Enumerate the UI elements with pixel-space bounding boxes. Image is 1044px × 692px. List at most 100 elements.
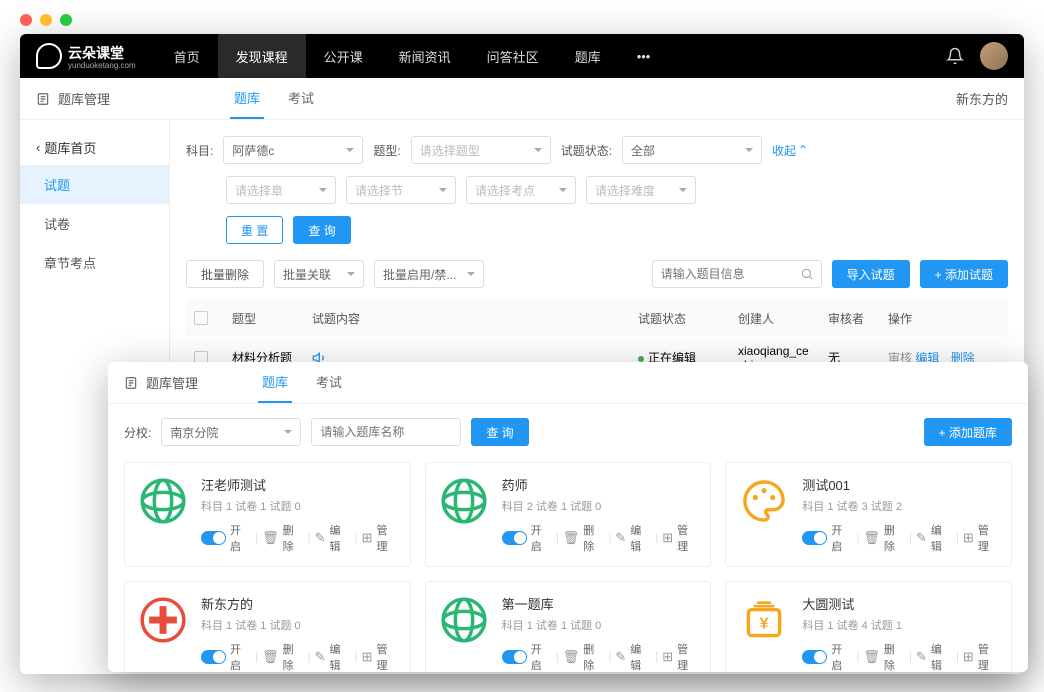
- edit-icon[interactable]: ✎: [615, 649, 626, 665]
- open-toggle[interactable]: [502, 650, 527, 664]
- nav-qa[interactable]: 问答社区: [469, 34, 557, 78]
- reset-button[interactable]: 重 置: [226, 216, 283, 244]
- back-link[interactable]: ‹ 题库首页: [20, 130, 169, 165]
- manage-label[interactable]: 管理: [677, 641, 698, 672]
- delete-label[interactable]: 删除: [583, 522, 604, 554]
- w2-tab-exam[interactable]: 考试: [312, 362, 346, 403]
- th-ops: 操作: [880, 310, 1000, 327]
- open-label: 开启: [531, 641, 552, 672]
- grid-icon[interactable]: ⊞: [662, 530, 673, 546]
- delete-label[interactable]: 删除: [884, 522, 905, 554]
- open-toggle[interactable]: [802, 650, 827, 664]
- trash-icon[interactable]: 🗑: [262, 649, 279, 665]
- nav-news[interactable]: 新闻资讯: [381, 34, 469, 78]
- grid-icon[interactable]: ⊞: [362, 649, 373, 665]
- sidebar-item-papers[interactable]: 试卷: [20, 204, 169, 243]
- collapse-toggle[interactable]: 收起 ⌃: [772, 142, 808, 159]
- manage-label[interactable]: 管理: [677, 522, 698, 554]
- chapter-select[interactable]: 请选择章: [226, 176, 336, 204]
- edit-label[interactable]: 编辑: [330, 522, 351, 554]
- tab-bank[interactable]: 题库: [230, 78, 264, 119]
- overlay-window: 题库管理 题库 考试 分校: 南京分院 查 询 + 添加题库 汪老师测试 科目 …: [108, 362, 1028, 672]
- subject-select[interactable]: 阿萨德c: [223, 136, 363, 164]
- edit-icon[interactable]: ✎: [315, 530, 326, 546]
- type-select[interactable]: 请选择题型: [411, 136, 551, 164]
- bell-icon[interactable]: [946, 47, 964, 65]
- minimize-dot[interactable]: [40, 14, 52, 26]
- query-button[interactable]: 查 询: [293, 216, 350, 244]
- import-button[interactable]: 导入试题: [832, 260, 910, 288]
- grid-icon[interactable]: ⊞: [963, 649, 974, 665]
- branch-select[interactable]: 南京分院: [161, 418, 301, 446]
- bank-card: 新东方的 科目 1 试卷 1 试题 0 开启 | 🗑 删除 | ✎ 编辑 | ⊞…: [124, 581, 411, 672]
- add-bank-button[interactable]: + 添加题库: [924, 418, 1012, 446]
- manage-label[interactable]: 管理: [978, 522, 999, 554]
- grid-icon[interactable]: ⊞: [362, 530, 373, 546]
- zoom-dot[interactable]: [60, 14, 72, 26]
- bank-icon: [438, 475, 490, 527]
- delete-label[interactable]: 删除: [583, 641, 604, 672]
- nav-home[interactable]: 首页: [156, 34, 218, 78]
- batch-delete-button[interactable]: 批量删除: [186, 260, 264, 288]
- th-content: 试题内容: [304, 310, 630, 327]
- select-all-checkbox[interactable]: [194, 311, 208, 325]
- sidebar: ‹ 题库首页 试题 试卷 章节考点: [20, 120, 170, 396]
- bank-title: 药师: [502, 475, 699, 494]
- edit-label[interactable]: 编辑: [630, 641, 651, 672]
- trash-icon[interactable]: 🗑: [863, 530, 880, 546]
- edit-icon[interactable]: ✎: [916, 530, 927, 546]
- bank-cards: 汪老师测试 科目 1 试卷 1 试题 0 开启 | 🗑 删除 | ✎ 编辑 | …: [124, 462, 1012, 672]
- search-input[interactable]: [652, 260, 822, 288]
- w2-query-button[interactable]: 查 询: [471, 418, 528, 446]
- bank-meta: 科目 1 试卷 1 试题 0: [201, 498, 398, 514]
- point-select[interactable]: 请选择考点: [466, 176, 576, 204]
- section-select[interactable]: 请选择节: [346, 176, 456, 204]
- trash-icon[interactable]: 🗑: [863, 649, 880, 665]
- edit-icon[interactable]: ✎: [315, 649, 326, 665]
- doc-icon: [124, 376, 138, 390]
- status-select[interactable]: 全部: [622, 136, 762, 164]
- sidebar-item-chapters[interactable]: 章节考点: [20, 243, 169, 282]
- batch-toggle-select[interactable]: 批量启用/禁...: [374, 260, 484, 288]
- open-toggle[interactable]: [201, 531, 226, 545]
- edit-icon[interactable]: ✎: [916, 649, 927, 665]
- bank-meta: 科目 1 试卷 3 试题 2: [802, 498, 999, 514]
- edit-icon[interactable]: ✎: [615, 530, 626, 546]
- w2-tab-bank[interactable]: 题库: [258, 362, 292, 403]
- edit-label[interactable]: 编辑: [931, 522, 952, 554]
- logo[interactable]: 云朵课堂 yunduoketang.com: [36, 43, 136, 70]
- grid-icon[interactable]: ⊞: [662, 649, 673, 665]
- trash-icon[interactable]: 🗑: [563, 530, 580, 546]
- tab-exam[interactable]: 考试: [284, 78, 318, 119]
- open-toggle[interactable]: [802, 531, 827, 545]
- manage-label[interactable]: 管理: [978, 641, 999, 672]
- avatar[interactable]: [980, 42, 1008, 70]
- difficulty-select[interactable]: 请选择难度: [586, 176, 696, 204]
- nav-discover[interactable]: 发现课程: [218, 34, 306, 78]
- nav-more[interactable]: •••: [619, 34, 669, 78]
- trash-icon[interactable]: 🗑: [563, 649, 580, 665]
- manage-label[interactable]: 管理: [377, 641, 398, 672]
- branch-label: 分校:: [124, 424, 151, 441]
- open-toggle[interactable]: [502, 531, 527, 545]
- manage-label[interactable]: 管理: [377, 522, 398, 554]
- w2-page-title: 题库管理: [146, 373, 198, 392]
- batch-link-select[interactable]: 批量关联: [274, 260, 364, 288]
- bank-name-input[interactable]: [311, 418, 461, 446]
- trash-icon[interactable]: 🗑: [262, 530, 279, 546]
- edit-label[interactable]: 编辑: [630, 522, 651, 554]
- nav-question-bank[interactable]: 题库: [557, 34, 619, 78]
- nav-open-class[interactable]: 公开课: [306, 34, 381, 78]
- delete-label[interactable]: 删除: [283, 641, 304, 672]
- search-icon[interactable]: [800, 267, 814, 281]
- close-dot[interactable]: [20, 14, 32, 26]
- delete-label[interactable]: 删除: [283, 522, 304, 554]
- chevron-up-icon: ⌃: [798, 143, 808, 157]
- add-question-button[interactable]: + 添加试题: [920, 260, 1008, 288]
- grid-icon[interactable]: ⊞: [963, 530, 974, 546]
- sidebar-item-questions[interactable]: 试题: [20, 165, 169, 204]
- edit-label[interactable]: 编辑: [931, 641, 952, 672]
- delete-label[interactable]: 删除: [884, 641, 905, 672]
- edit-label[interactable]: 编辑: [330, 641, 351, 672]
- open-toggle[interactable]: [201, 650, 226, 664]
